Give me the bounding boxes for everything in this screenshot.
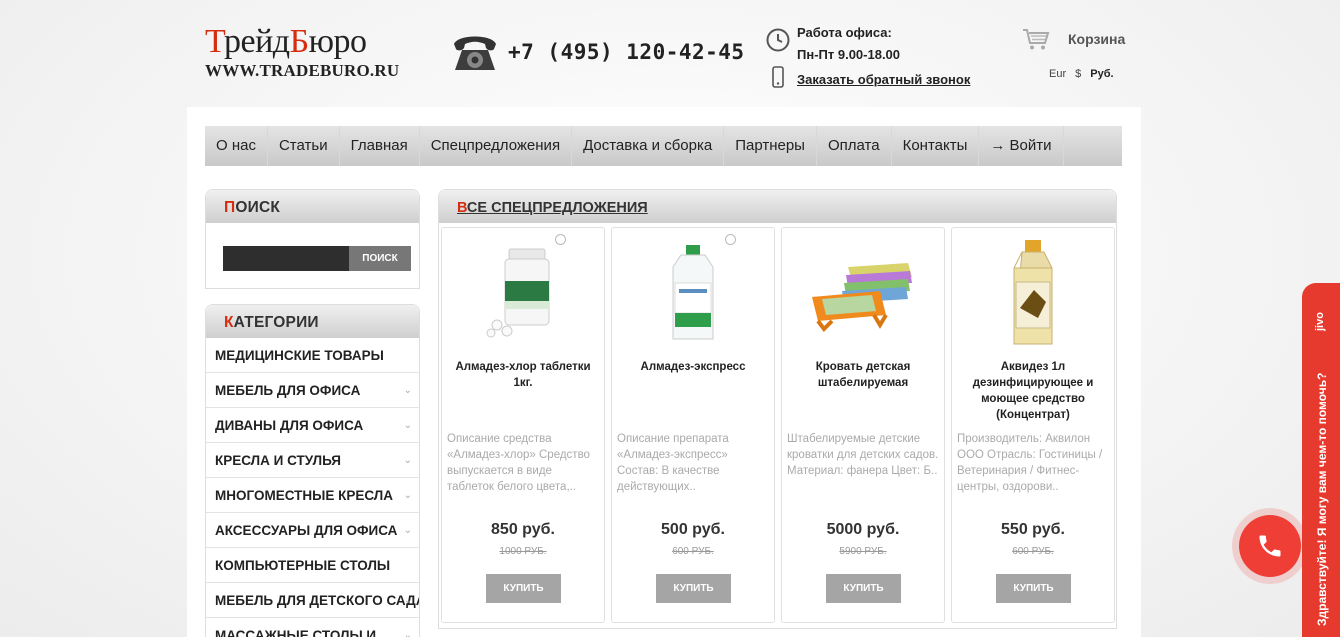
nav-partners[interactable]: Партнеры [724, 126, 817, 166]
product-price: 550 руб. [1001, 521, 1065, 538]
product-description: Описание препарата «Алмадез-экспресс» Со… [617, 433, 729, 493]
main-nav: О нас Статьи Главная Спецпредложения Дос… [205, 126, 1122, 166]
phone-number[interactable]: +7 (495) 120-42-45 [508, 40, 745, 64]
disinfectant-bottle-icon[interactable] [612, 240, 774, 345]
currency-eur[interactable]: Eur [1049, 68, 1066, 80]
search-form: ПОИСК [223, 246, 411, 271]
currency-usd[interactable]: $ [1075, 68, 1081, 80]
callback-phone-button[interactable] [1239, 515, 1301, 577]
category-list: МЕДИЦИНСКИЕ ТОВАРЫ МЕБЕЛЬ ДЛЯ ОФИСА ⌄ ДИВ… [206, 338, 419, 637]
categories-box: КАТЕГОРИИ МЕДИЦИНСКИЕ ТОВАРЫ МЕБЕЛЬ ДЛЯ … [205, 304, 420, 637]
chat-brand: jivo [1314, 312, 1326, 331]
chevron-down-icon[interactable]: ⌄ [404, 443, 412, 477]
buy-button[interactable]: КУПИТЬ [996, 574, 1071, 603]
category-item[interactable]: КРЕСЛА И СТУЛЬЯ ⌄ [206, 443, 419, 478]
category-item[interactable]: ДИВАНЫ ДЛЯ ОФИСА ⌄ [206, 408, 419, 443]
product-old-price: 1000 РУБ. [499, 546, 547, 557]
chevron-down-icon[interactable]: ⌄ [404, 408, 412, 442]
site-logo[interactable]: ТрейдБюро WWW.TRADEBURO.RU [205, 22, 415, 81]
chat-widget-tab[interactable]: jivo Здравствуйте! Я могу вам чем-то пом… [1302, 283, 1340, 637]
search-input[interactable] [223, 246, 349, 271]
product-name[interactable]: Алмадез-экспресс [616, 359, 770, 375]
product-price: 5000 руб. [826, 521, 900, 538]
nav-home[interactable]: Главная [340, 126, 420, 166]
nav-delivery[interactable]: Доставка и сборка [572, 126, 725, 166]
product-old-price: 600 РУБ. [672, 546, 714, 557]
product-grid: Алмадез-хлор таблетки 1кг. Описание сред… [441, 227, 1115, 623]
chevron-down-icon[interactable]: ⌄ [404, 478, 412, 512]
category-item[interactable]: АКСЕССУАРЫ ДЛЯ ОФИСА ⌄ [206, 513, 419, 548]
logo-part2-rest: юро [308, 23, 367, 60]
search-button[interactable]: ПОИСК [349, 246, 411, 271]
special-offers-title[interactable]: ВСЕ СПЕЦПРЕДЛОЖЕНИЯ [439, 190, 1116, 223]
nav-articles[interactable]: Статьи [268, 126, 340, 166]
office-title: Работа офиса: [797, 25, 892, 40]
search-box: ПОИСК ПОИСК [205, 189, 420, 289]
product-card: Алмадез-экспресс Описание препарата «Алм… [611, 227, 775, 623]
phone-block: +7 (495) 120-42-45 [450, 30, 745, 74]
category-item[interactable]: КОМПЬЮТЕРНЫЕ СТОЛЫ [206, 548, 419, 583]
chevron-down-icon[interactable]: ⌄ [404, 618, 412, 637]
special-offers-section: ВСЕ СПЕЦПРЕДЛОЖЕНИЯ Алмадез-хлор таблетк… [438, 189, 1117, 629]
product-name[interactable]: Алмадез-хлор таблетки 1кг. [446, 359, 600, 391]
cart-link[interactable]: Корзина [1022, 27, 1125, 51]
callback-link[interactable]: Заказать обратный звонок [797, 72, 970, 87]
logo-part1-rest: рейд [223, 23, 290, 60]
clock-icon [766, 28, 790, 52]
buy-button[interactable]: КУПИТЬ [826, 574, 901, 603]
chlorine-tablets-jar-icon[interactable] [442, 240, 604, 345]
currency-switcher: Eur $ Руб. [1049, 68, 1114, 80]
product-card: Аквидез 1л дезинфицирующее и моющее сред… [951, 227, 1115, 623]
shopping-cart-icon [1023, 29, 1050, 50]
stackable-beds-icon[interactable] [782, 240, 944, 345]
nav-payment[interactable]: Оплата [817, 126, 892, 166]
product-description: Производитель: Аквилон ООО Отрасль: Гост… [957, 433, 1103, 493]
office-info: Работа офиса: Пн-Пт 9.00-18.00 Заказать … [766, 22, 970, 92]
concentrate-bottle-icon[interactable] [952, 239, 1114, 345]
nav-about[interactable]: О нас [205, 126, 268, 166]
category-item[interactable]: МНОГОМЕСТНЫЕ КРЕСЛА ⌄ [206, 478, 419, 513]
main-panel: О нас Статьи Главная Спецпредложения Дос… [187, 107, 1141, 637]
logo-url: WWW.TRADEBURO.RU [205, 61, 400, 80]
category-item[interactable]: МЕБЕЛЬ ДЛЯ ОФИСА ⌄ [206, 373, 419, 408]
chevron-down-icon[interactable]: ⌄ [404, 583, 412, 617]
office-hours: Пн-Пт 9.00-18.00 [797, 47, 901, 62]
phone-handset-icon [1259, 535, 1281, 557]
buy-button[interactable]: КУПИТЬ [486, 574, 561, 603]
product-name[interactable]: Аквидез 1л дезинфицирующее и моющее сред… [956, 359, 1110, 423]
categories-title: КАТЕГОРИИ [206, 305, 419, 338]
buy-button[interactable]: КУПИТЬ [656, 574, 731, 603]
product-description: Описание средства «Алмадез-хлор» Средств… [447, 433, 590, 493]
category-item[interactable]: МАССАЖНЫЕ СТОЛЫ И ⌄ [206, 618, 419, 637]
product-price: 500 руб. [661, 521, 725, 538]
logo-title: ТрейдБюро [205, 23, 367, 60]
chat-greeting: Здравствуйте! Я могу вам чем-то помочь? [1315, 372, 1329, 626]
telephone-icon [454, 36, 496, 70]
product-price: 850 руб. [491, 521, 555, 538]
product-old-price: 5900 РУБ. [839, 546, 887, 557]
nav-contacts[interactable]: Контакты [892, 126, 980, 166]
product-name[interactable]: Кровать детская штабелируемая [786, 359, 940, 391]
product-old-price: 600 РУБ. [1012, 546, 1054, 557]
category-item[interactable]: МЕБЕЛЬ ДЛЯ ДЕТСКОГО САДА ⌄ [206, 583, 419, 618]
chevron-down-icon[interactable]: ⌄ [404, 513, 412, 547]
nav-special-offers[interactable]: Спецпредложения [420, 126, 573, 166]
cart-label: Корзина [1068, 31, 1126, 47]
product-card: Кровать детская штабелируемая Штабелируе… [781, 227, 945, 623]
mobile-phone-icon [766, 66, 790, 92]
currency-rub[interactable]: Руб. [1090, 68, 1113, 80]
search-title: ПОИСК [206, 190, 419, 223]
product-card: Алмадез-хлор таблетки 1кг. Описание сред… [441, 227, 605, 623]
category-item[interactable]: МЕДИЦИНСКИЕ ТОВАРЫ [206, 338, 419, 373]
product-description: Штабелируемые детские кроватки для детск… [787, 433, 939, 477]
nav-login[interactable]: → Войти [979, 126, 1064, 166]
chevron-down-icon[interactable]: ⌄ [404, 373, 412, 407]
